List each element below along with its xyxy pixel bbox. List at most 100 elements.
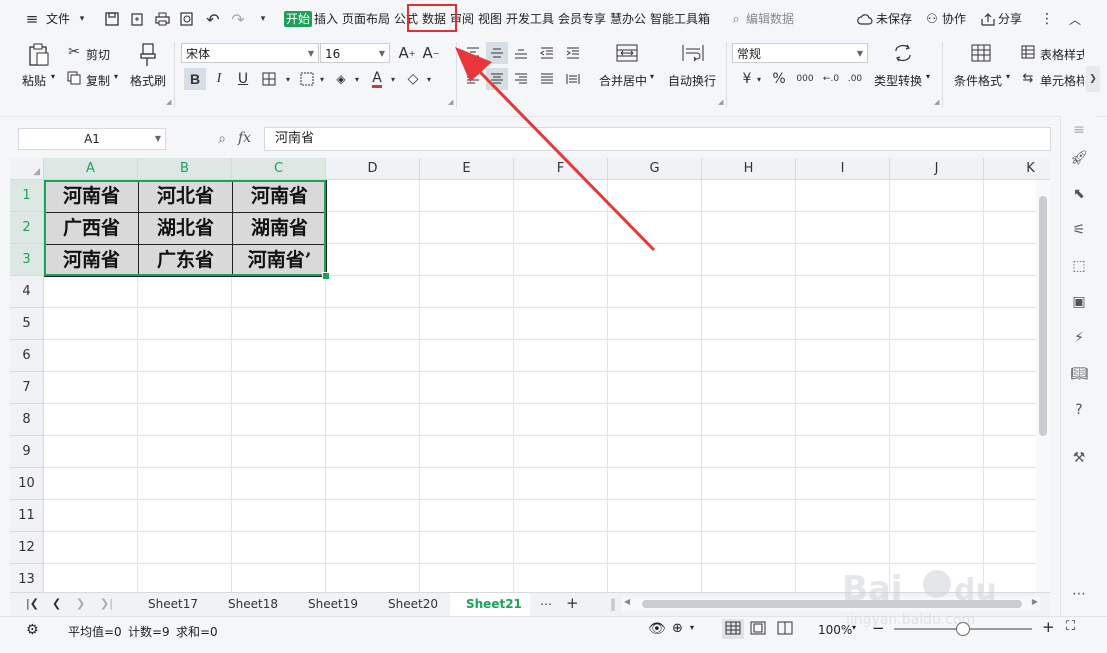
cell-c10[interactable] xyxy=(232,468,326,500)
cell-a12[interactable] xyxy=(44,532,138,564)
horizontal-scroll-thumb[interactable] xyxy=(642,600,1022,608)
cell-d10[interactable] xyxy=(326,468,420,500)
cell-e7[interactable] xyxy=(420,372,514,404)
more-icon[interactable]: ⋮ xyxy=(1040,11,1054,27)
page-layout-view-icon[interactable] xyxy=(750,621,766,638)
formula-input[interactable]: 河南省 xyxy=(264,127,1051,151)
paste-icon[interactable] xyxy=(26,42,52,68)
cell-c12[interactable] xyxy=(232,532,326,564)
cell-b4[interactable] xyxy=(138,276,232,308)
type-convert-button[interactable]: 类型转换 xyxy=(874,72,922,89)
tab-start[interactable]: 开始 xyxy=(284,11,313,27)
collapse-ribbon-icon[interactable]: ︿ xyxy=(1066,10,1084,28)
prev-sheet-icon[interactable]: ❮ xyxy=(52,597,61,610)
sheet-tab[interactable]: Sheet18 xyxy=(228,597,278,611)
row-header-2[interactable]: 2 xyxy=(10,212,44,244)
cell-h2[interactable] xyxy=(702,212,796,244)
cell-f11[interactable] xyxy=(514,500,608,532)
cell-j4[interactable] xyxy=(890,276,984,308)
cell-b10[interactable] xyxy=(138,468,232,500)
select-all-corner[interactable]: ◢ xyxy=(10,158,44,180)
cell-i8[interactable] xyxy=(796,404,890,436)
last-sheet-icon[interactable]: ❯| xyxy=(100,597,113,610)
cell-h13[interactable] xyxy=(702,564,796,592)
tab-member[interactable]: 会员专享 xyxy=(558,11,606,27)
cell-style-icon[interactable] xyxy=(296,68,318,90)
save-icon[interactable] xyxy=(104,10,120,28)
cell-i12[interactable] xyxy=(796,532,890,564)
type-convert-icon[interactable] xyxy=(890,42,916,64)
settings-sliders-icon[interactable]: ⚟ xyxy=(1069,220,1089,240)
macro-icon[interactable]: ⚙ xyxy=(26,622,39,638)
row-header-10[interactable]: 10 xyxy=(10,468,44,500)
data-cell-a3[interactable]: 河南省 xyxy=(44,244,139,277)
increase-decimal-icon[interactable]: ←.0 xyxy=(820,68,842,90)
increase-font-icon[interactable]: A + xyxy=(396,42,418,64)
redo-icon[interactable]: ↷ xyxy=(230,10,246,29)
cell-h10[interactable] xyxy=(702,468,796,500)
cell-a9[interactable] xyxy=(44,436,138,468)
chevron-down-icon[interactable]: ▾ xyxy=(76,11,88,27)
cell-f13[interactable] xyxy=(514,564,608,592)
cell-i4[interactable] xyxy=(796,276,890,308)
first-sheet-icon[interactable]: |❮ xyxy=(26,597,39,610)
cell-g11[interactable] xyxy=(608,500,702,532)
cell-i7[interactable] xyxy=(796,372,890,404)
cell-j13[interactable] xyxy=(890,564,984,592)
cell-g3[interactable] xyxy=(608,244,702,276)
cell-j11[interactable] xyxy=(890,500,984,532)
type-convert-dropdown-icon[interactable]: ▾ xyxy=(926,72,930,81)
cell-b9[interactable] xyxy=(138,436,232,468)
cell-i3[interactable] xyxy=(796,244,890,276)
column-header-f[interactable]: F xyxy=(514,158,608,180)
cell-f3[interactable] xyxy=(514,244,608,276)
undo-icon[interactable]: ↶ xyxy=(205,10,221,29)
cell-f6[interactable] xyxy=(514,340,608,372)
cell-b6[interactable] xyxy=(138,340,232,372)
cell-style-dropdown-icon[interactable]: ▾ xyxy=(317,68,327,90)
border-icon[interactable] xyxy=(258,68,280,90)
column-header-g[interactable]: G xyxy=(608,158,702,180)
column-header-d[interactable]: D xyxy=(326,158,420,180)
cell-style-button[interactable]: 单元格样式 xyxy=(1040,72,1084,88)
fill-handle[interactable] xyxy=(322,272,330,280)
data-cell-b1[interactable]: 河北省 xyxy=(138,180,233,213)
decrease-indent-icon[interactable] xyxy=(536,42,558,64)
cell-j12[interactable] xyxy=(890,532,984,564)
cell-g7[interactable] xyxy=(608,372,702,404)
fullscreen-icon[interactable]: ⛶ xyxy=(1066,619,1075,634)
wrap-text-button[interactable]: 自动换行 xyxy=(668,72,716,89)
cell-a11[interactable] xyxy=(44,500,138,532)
cell-b8[interactable] xyxy=(138,404,232,436)
number-format-select[interactable]: 常规 ▼ xyxy=(732,43,868,63)
wrap-text-icon[interactable] xyxy=(680,42,706,64)
cell-d1[interactable] xyxy=(326,180,420,212)
more-tools-icon[interactable]: ⋯ xyxy=(1069,584,1089,604)
cell-d3[interactable] xyxy=(326,244,420,276)
zoom-search-icon[interactable]: ⌕ xyxy=(214,130,230,148)
cell-c8[interactable] xyxy=(232,404,326,436)
cell-e6[interactable] xyxy=(420,340,514,372)
cell-e10[interactable] xyxy=(420,468,514,500)
data-cell-a2[interactable]: 广西省 xyxy=(44,212,139,245)
cell-e5[interactable] xyxy=(420,308,514,340)
cell-i6[interactable] xyxy=(796,340,890,372)
cell-j5[interactable] xyxy=(890,308,984,340)
column-header-h[interactable]: H xyxy=(702,158,796,180)
cell-h12[interactable] xyxy=(702,532,796,564)
cell-b13[interactable] xyxy=(138,564,232,592)
cell-h9[interactable] xyxy=(702,436,796,468)
increase-indent-icon[interactable] xyxy=(562,42,584,64)
vertical-scroll-thumb[interactable] xyxy=(1039,196,1047,436)
font-color-icon[interactable]: A xyxy=(366,68,388,90)
cell-f2[interactable] xyxy=(514,212,608,244)
data-cell-b2[interactable]: 湖北省 xyxy=(138,212,233,245)
cell-d13[interactable] xyxy=(326,564,420,592)
format-painter-button[interactable]: 格式刷 xyxy=(130,72,166,89)
cell-e12[interactable] xyxy=(420,532,514,564)
row-header-4[interactable]: 4 xyxy=(10,276,44,308)
zoom-in-icon[interactable]: + xyxy=(1042,618,1055,636)
row-header-7[interactable]: 7 xyxy=(10,372,44,404)
row-header-11[interactable]: 11 xyxy=(10,500,44,532)
cell-f9[interactable] xyxy=(514,436,608,468)
